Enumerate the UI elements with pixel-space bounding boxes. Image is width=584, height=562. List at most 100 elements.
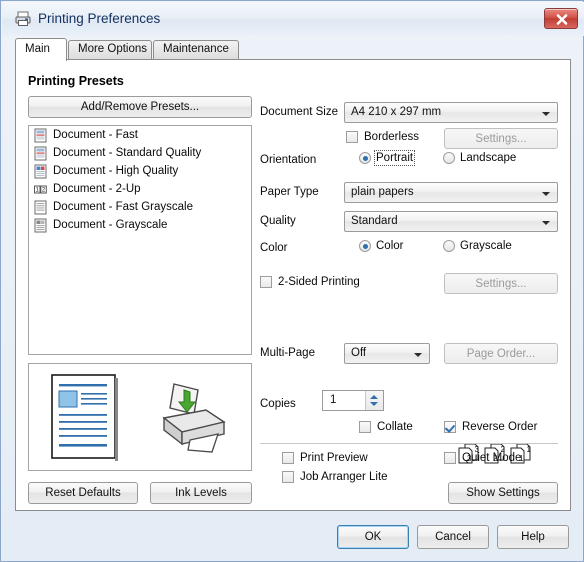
help-button[interactable]: Help	[497, 525, 569, 549]
list-item-label: Document - 2-Up	[53, 183, 141, 195]
paper-type-select[interactable]: plain papers	[344, 182, 558, 203]
show-settings-button[interactable]: Show Settings	[448, 482, 558, 504]
borderless-checkbox[interactable]: Borderless	[346, 131, 419, 143]
list-item-label: Document - Fast Grayscale	[53, 201, 193, 213]
two-sided-printing-checkbox[interactable]: 2-Sided Printing	[260, 276, 360, 288]
list-item-label: Document - Fast	[53, 129, 138, 141]
page-order-button[interactable]: Page Order...	[444, 343, 558, 364]
divider	[260, 443, 558, 444]
radio-box	[443, 152, 455, 164]
quiet-mode-checkbox[interactable]: Quiet Mode	[444, 452, 521, 464]
checkbox-box	[260, 276, 272, 288]
orientation-label: Orientation	[260, 154, 317, 166]
list-item[interactable]: 12 Document - 2-Up	[29, 180, 251, 198]
radio-box	[359, 152, 371, 164]
reverse-order-label: Reverse Order	[462, 421, 538, 433]
paper-type-value: plain papers	[351, 186, 414, 198]
radio-box	[443, 240, 455, 252]
printing-preferences-dialog: Printing Preferences Main More Options M…	[0, 0, 584, 562]
reset-defaults-button[interactable]: Reset Defaults	[28, 482, 138, 504]
list-item[interactable]: Document - High Quality	[29, 162, 251, 180]
color-color-radio[interactable]: Color	[359, 240, 403, 252]
checkbox-box	[282, 471, 294, 483]
list-item-label: Document - Standard Quality	[53, 147, 202, 159]
document-gray-icon	[34, 218, 47, 233]
color-color-label: Color	[376, 240, 404, 252]
multi-page-label: Multi-Page	[260, 347, 315, 359]
color-grayscale-radio[interactable]: Grayscale	[443, 240, 512, 252]
document-color-icon	[34, 164, 47, 179]
close-button[interactable]	[544, 8, 578, 29]
document-size-value: A4 210 x 297 mm	[351, 106, 442, 118]
list-item[interactable]: Document - Fast Grayscale	[29, 198, 251, 216]
color-grayscale-label: Grayscale	[460, 240, 512, 252]
cancel-button[interactable]: Cancel	[417, 525, 489, 549]
document-gray-icon	[34, 200, 47, 215]
quality-value: Standard	[351, 215, 398, 227]
orientation-portrait-label: Portrait	[373, 150, 416, 166]
orientation-landscape-label: Landscape	[460, 152, 517, 164]
document-size-select[interactable]: A4 210 x 297 mm	[344, 102, 558, 123]
add-remove-presets-button[interactable]: Add/Remove Presets...	[28, 96, 252, 118]
presets-list[interactable]: Document - Fast Document - Standard Qual…	[28, 125, 252, 355]
chevron-down-icon	[542, 112, 550, 116]
stepper-up-icon[interactable]	[370, 395, 378, 399]
multi-page-select[interactable]: Off	[344, 343, 430, 364]
checkbox-box	[346, 131, 358, 143]
orientation-landscape-radio[interactable]: Landscape	[443, 152, 516, 164]
window-title: Printing Preferences	[38, 11, 161, 26]
checkbox-box	[359, 421, 371, 433]
borderless-label: Borderless	[364, 131, 419, 143]
print-preview-label: Print Preview	[300, 452, 368, 464]
collate-checkbox[interactable]: Collate	[359, 421, 413, 433]
tab-more-options[interactable]: More Options	[68, 40, 152, 60]
copies-stepper[interactable]: 1	[322, 390, 384, 411]
job-arranger-lite-checkbox[interactable]: Job Arranger Lite	[282, 471, 388, 483]
tab-main[interactable]: Main	[15, 38, 67, 61]
two-sided-settings-button[interactable]: Settings...	[444, 273, 558, 294]
document-icon	[34, 128, 47, 143]
orientation-portrait-radio[interactable]: Portrait	[359, 150, 416, 166]
list-item[interactable]: Document - Standard Quality	[29, 144, 251, 162]
printer-icon	[14, 10, 32, 28]
quality-select[interactable]: Standard	[344, 211, 558, 232]
printer-feed-icon	[154, 380, 230, 459]
checkbox-box	[444, 421, 456, 433]
document-size-label: Document Size	[260, 106, 338, 118]
list-item-label: Document - High Quality	[53, 165, 179, 177]
print-preview-checkbox[interactable]: Print Preview	[282, 452, 368, 464]
paper-type-label: Paper Type	[260, 186, 319, 198]
list-item[interactable]: Document - Fast	[29, 126, 251, 144]
document-icon	[34, 146, 47, 161]
title-bar: Printing Preferences	[2, 2, 584, 36]
printing-presets-heading: Printing Presets	[28, 74, 124, 88]
document-preview-icon	[51, 374, 119, 465]
main-panel: Printing Presets Add/Remove Presets... D…	[15, 59, 571, 511]
radio-box	[359, 240, 371, 252]
multi-page-value: Off	[351, 347, 367, 359]
reverse-order-checkbox[interactable]: Reverse Order	[444, 421, 537, 433]
chevron-down-icon	[542, 192, 550, 196]
borderless-settings-button[interactable]: Settings...	[444, 128, 558, 149]
list-item[interactable]: Document - Grayscale	[29, 216, 251, 234]
copies-value: 1	[330, 394, 337, 406]
chevron-down-icon	[414, 353, 422, 357]
stepper-buttons[interactable]	[365, 391, 383, 410]
tab-maintenance[interactable]: Maintenance	[153, 40, 239, 60]
checkbox-box	[444, 452, 456, 464]
ink-levels-button[interactable]: Ink Levels	[150, 482, 252, 504]
job-arranger-lite-label: Job Arranger Lite	[300, 471, 388, 483]
copies-label: Copies	[260, 398, 296, 410]
print-preview-thumbnail	[28, 363, 252, 471]
two-up-icon: 12	[34, 182, 47, 197]
stepper-down-icon[interactable]	[370, 402, 378, 406]
quiet-mode-label: Quiet Mode	[462, 452, 522, 464]
color-label: Color	[260, 242, 288, 254]
ok-button[interactable]: OK	[337, 525, 409, 549]
tab-strip: Main More Options Maintenance	[15, 38, 571, 61]
chevron-down-icon	[542, 221, 550, 225]
svg-text:1: 1	[527, 445, 532, 454]
checkbox-box	[282, 452, 294, 464]
list-item-label: Document - Grayscale	[53, 219, 168, 231]
two-sided-printing-label: 2-Sided Printing	[278, 276, 360, 288]
